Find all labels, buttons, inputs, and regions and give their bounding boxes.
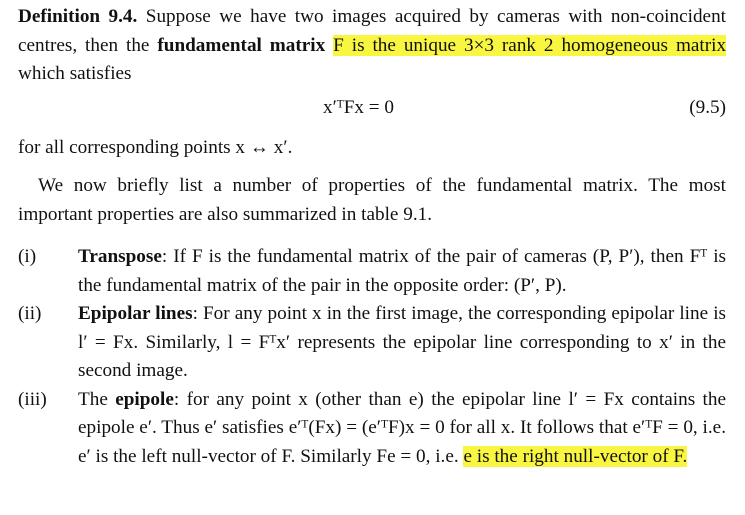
equation: x′ᵀFx = 0 — [323, 96, 395, 118]
list-item-pre: The — [78, 388, 116, 410]
list-item-label: (i) — [18, 246, 37, 267]
after-equation-text: for all corresponding points x ↔ x′. — [18, 136, 293, 158]
list-item-label: (iii) — [18, 388, 47, 410]
definition-term: fundamental matrix — [157, 34, 326, 56]
equation-number: (9.5) — [689, 96, 726, 118]
definition-label: Definition 9.4. — [18, 6, 138, 27]
list-item-highlight: e is the right null-vector of F. — [463, 445, 688, 467]
properties-list: (i) Transpose: If F is the fundamental m… — [18, 243, 726, 471]
definition-highlight: F is the unique 3×3 rank 2 homogeneous m… — [333, 34, 727, 56]
properties-intro-paragraph: We now briefly list a number of properti… — [18, 175, 726, 225]
list-item: (i) Transpose: If F is the fundamental m… — [18, 243, 726, 300]
definition-paragraph: Definition 9.4. Suppose we have two imag… — [18, 3, 727, 89]
list-item: (iii) The epipole: for any point x (othe… — [18, 386, 726, 472]
list-item-title: Epipolar lines — [78, 303, 193, 324]
list-item-label: (ii) — [18, 303, 42, 324]
definition-tail: which satisfies — [18, 63, 132, 84]
page-content: Definition 9.4. Suppose we have two imag… — [18, 3, 727, 471]
equation-row: x′ᵀFx = 0 (9.5) — [18, 94, 726, 128]
list-item-title: epipole — [115, 388, 174, 410]
list-item-text: : If F is the fundamental matrix of the … — [78, 246, 726, 296]
list-item-title: Transpose — [78, 246, 162, 267]
list-item: (ii) Epipolar lines: For any point x in … — [18, 300, 726, 386]
